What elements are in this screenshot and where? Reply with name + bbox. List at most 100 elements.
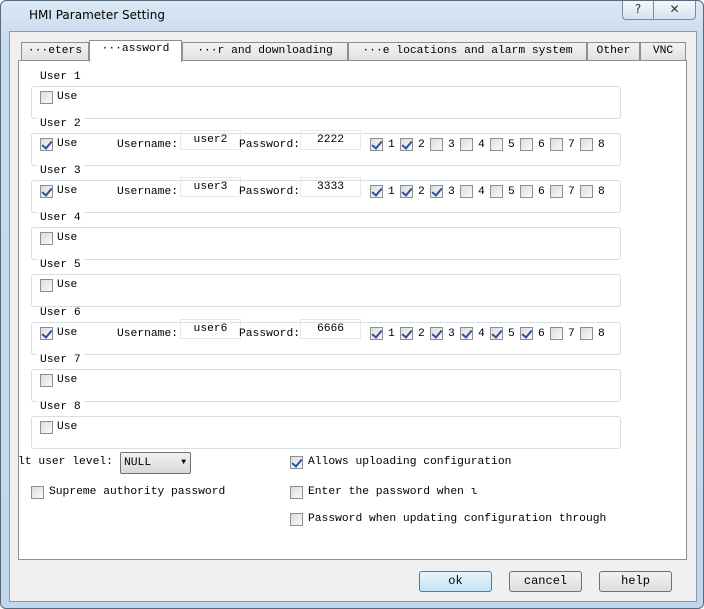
help-button[interactable]: help	[599, 571, 672, 592]
allow-upload-checkbox[interactable]	[290, 456, 303, 469]
level-checkbox-2[interactable]	[400, 138, 413, 152]
level-checkbox-1[interactable]	[370, 138, 383, 152]
level-checkbox-6[interactable]	[520, 185, 533, 199]
level-checkbox-8[interactable]	[580, 185, 593, 199]
password-label: Password:	[239, 186, 301, 199]
ok-button[interactable]: ok	[419, 571, 492, 592]
user-group-title: User 8	[37, 400, 84, 413]
level-checkbox-3[interactable]	[430, 326, 443, 340]
user-group-title: User 7	[37, 353, 84, 366]
help-icon: ?	[634, 2, 642, 16]
level-label: 3	[448, 186, 455, 199]
tab-6[interactable]: VNC	[640, 42, 686, 61]
level-label: 2	[418, 327, 425, 340]
level-label: 7	[568, 327, 575, 340]
use-checkbox[interactable]	[40, 326, 53, 340]
cancel-button[interactable]: cancel	[509, 571, 582, 592]
username-label: Username:	[117, 139, 179, 152]
level-label: 8	[598, 327, 605, 340]
level-checkbox-3[interactable]	[430, 185, 443, 199]
level-checkbox-4[interactable]	[460, 138, 473, 152]
level-checkbox-7[interactable]	[550, 138, 563, 152]
level-label: 8	[598, 186, 605, 199]
use-checkbox[interactable]	[40, 420, 53, 434]
level-label: 2	[418, 139, 425, 152]
level-checkbox-6[interactable]	[520, 138, 533, 152]
tab-5[interactable]: Other	[587, 42, 640, 61]
level-label: 5	[508, 186, 515, 199]
use-label: Use	[57, 373, 78, 386]
password-input[interactable]: 3333	[300, 177, 361, 198]
user-group-title: User 3	[37, 165, 84, 178]
level-label: 4	[478, 327, 485, 340]
level-label: 3	[448, 139, 455, 152]
use-label: Use	[57, 138, 78, 151]
supreme-label: Supreme authority password	[49, 486, 226, 498]
user-group-title: User 1	[37, 71, 84, 83]
password-label: Password:	[239, 327, 301, 340]
level-checkbox-7[interactable]	[550, 185, 563, 199]
tab-2[interactable]: ···assword	[89, 40, 182, 62]
level-label: 7	[568, 186, 575, 199]
user-group-7	[31, 368, 621, 402]
use-checkbox[interactable]	[40, 138, 53, 152]
allow-upload-label: Allows uploading configuration	[308, 456, 512, 468]
password-input[interactable]: 2222	[300, 130, 361, 151]
level-checkbox-7[interactable]	[550, 326, 563, 340]
close-button[interactable]: ✕	[653, 1, 696, 20]
use-checkbox[interactable]	[40, 185, 53, 199]
supreme-checkbox[interactable]	[31, 486, 44, 499]
level-checkbox-6[interactable]	[520, 326, 533, 340]
window-title: HMI Parameter Setting	[29, 8, 165, 22]
tab-3[interactable]: ···r and downloading	[182, 42, 348, 61]
level-label: 6	[538, 139, 545, 152]
level-checkbox-3[interactable]	[430, 138, 443, 152]
use-label: Use	[57, 279, 78, 292]
username-input[interactable]: user2	[180, 130, 241, 151]
username-input[interactable]: user6	[180, 318, 241, 339]
password-update-checkbox[interactable]	[290, 513, 303, 526]
use-checkbox[interactable]	[40, 373, 53, 387]
level-checkbox-4[interactable]	[460, 326, 473, 340]
password-update-label: Password when updating configuration thr…	[308, 513, 607, 525]
level-label: 6	[538, 327, 545, 340]
level-label: 1	[388, 139, 395, 152]
tab-1[interactable]: ···eters	[21, 42, 89, 61]
password-input[interactable]: 6666	[300, 318, 361, 339]
use-checkbox[interactable]	[40, 91, 53, 104]
use-label: Use	[57, 232, 78, 245]
default-level-label: lt user level:	[18, 456, 113, 468]
use-label: Use	[57, 326, 78, 339]
use-checkbox[interactable]	[40, 279, 53, 293]
username-input[interactable]: user3	[180, 177, 241, 198]
level-checkbox-2[interactable]	[400, 326, 413, 340]
level-label: 4	[478, 186, 485, 199]
level-label: 8	[598, 139, 605, 152]
enter-password-checkbox[interactable]	[290, 486, 303, 499]
level-label: 7	[568, 139, 575, 152]
user-group-title: User 4	[37, 212, 84, 225]
level-checkbox-1[interactable]	[370, 185, 383, 199]
level-checkbox-8[interactable]	[580, 138, 593, 152]
level-checkbox-5[interactable]	[490, 185, 503, 199]
password-label: Password:	[239, 139, 301, 152]
level-checkbox-8[interactable]	[580, 326, 593, 340]
level-checkbox-1[interactable]	[370, 326, 383, 340]
user-group-4	[31, 227, 621, 261]
use-label: Use	[57, 91, 78, 103]
use-label: Use	[57, 420, 78, 433]
level-checkbox-5[interactable]	[490, 138, 503, 152]
default-level-select[interactable]: NULL ▼	[120, 452, 191, 474]
level-label: 1	[388, 327, 395, 340]
default-level-value: NULL	[124, 457, 152, 469]
level-label: 5	[508, 139, 515, 152]
tab-4[interactable]: ···e locations and alarm system	[348, 42, 587, 61]
level-checkbox-5[interactable]	[490, 326, 503, 340]
user-group-1	[31, 86, 621, 119]
level-checkbox-2[interactable]	[400, 185, 413, 199]
level-label: 3	[448, 327, 455, 340]
level-label: 4	[478, 139, 485, 152]
help-title-button[interactable]: ?	[622, 1, 654, 20]
use-checkbox[interactable]	[40, 232, 53, 246]
level-checkbox-4[interactable]	[460, 185, 473, 199]
